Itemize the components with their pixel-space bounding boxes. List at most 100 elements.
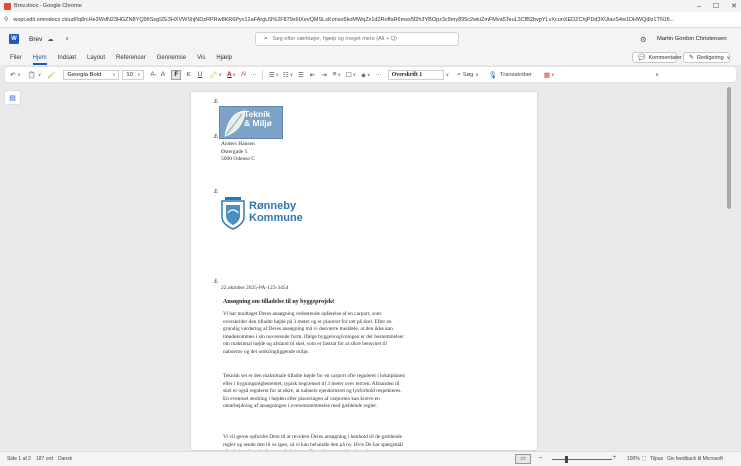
search-input[interactable] xyxy=(272,36,453,42)
numbering-dropdown-icon[interactable]: ∨ xyxy=(290,69,293,80)
comment-icon: 💬 xyxy=(638,55,646,61)
document-page[interactable]: ⚓ Teknik & Miljø ⚓ Anders Hansen Østerga… xyxy=(191,92,537,450)
tab-hjaelp[interactable]: Hjælp xyxy=(216,53,232,63)
window-controls: – ☐ ✕ xyxy=(697,0,737,12)
zoom-in-icon[interactable]: + xyxy=(613,455,617,461)
format-painter-icon[interactable]: 🖌 xyxy=(47,69,55,80)
search-icon: ⌕ xyxy=(457,70,461,78)
tab-referencer[interactable]: Referencer xyxy=(116,53,146,63)
paste-dropdown-icon[interactable]: ∨ xyxy=(38,69,41,80)
recipient-city: 5000 Odense C xyxy=(221,156,255,162)
decrease-indent-icon[interactable]: ⇤ xyxy=(310,69,315,80)
chevron-down-icon[interactable]: ∨ xyxy=(65,36,69,42)
focus-mode-icon: ▭ xyxy=(520,456,526,462)
highlight-color-icon[interactable]: 🖍 xyxy=(209,69,217,80)
numbering-icon[interactable]: ☷ xyxy=(283,69,289,80)
word-logo-icon[interactable]: W xyxy=(9,34,19,44)
more-paragraph-options-icon[interactable]: ··· xyxy=(375,69,382,80)
expand-ribbon-icon[interactable]: ∨ xyxy=(655,69,659,80)
navigation-pane-button[interactable]: ▤ xyxy=(4,90,21,105)
anchor-icon: ⚓ xyxy=(213,189,219,195)
maximize-icon[interactable]: ☐ xyxy=(713,2,719,10)
undo-icon[interactable]: ↶ xyxy=(10,69,15,80)
highlight-dropdown-icon[interactable]: ∨ xyxy=(219,69,222,80)
url-text[interactable]: wopi.edit.omnidocs.cloud/Iq8rcHe3WdN23HG… xyxy=(13,17,733,23)
paragraph-1: Vi har modtaget Deres ansøgning vedrøren… xyxy=(223,311,404,355)
multilevel-list-icon[interactable]: ☰ xyxy=(298,69,304,80)
font-name-value: Georgia Bold xyxy=(67,71,102,78)
borders-dropdown-icon[interactable]: ∨ xyxy=(353,69,356,80)
align-icon[interactable]: ≡ xyxy=(333,69,337,80)
chevron-down-icon: ∨ xyxy=(475,71,479,77)
style-dropdown-icon[interactable]: ∨ xyxy=(446,69,449,80)
style-select[interactable]: Overskrift 1 xyxy=(387,69,444,80)
editing-mode-button[interactable]: ✎ Redigering ∨ xyxy=(683,52,730,63)
page-info[interactable]: Side 1 af 2 xyxy=(7,456,31,462)
cloud-sync-icon[interactable]: ☁ xyxy=(47,36,53,43)
find-label: Søg xyxy=(462,71,474,78)
borders-icon[interactable]: ☐ xyxy=(346,69,352,80)
shrink-font-icon[interactable]: Aˇ xyxy=(161,69,167,80)
undo-dropdown-icon[interactable]: ∨ xyxy=(17,69,20,80)
date-reference: 22.oktober 2025-PA-123-3454 xyxy=(221,285,289,291)
paragraph-2: Teknisk set er den maksimale tilladte hø… xyxy=(223,373,405,410)
paste-icon[interactable]: 📋 xyxy=(28,69,36,80)
close-icon[interactable]: ✕ xyxy=(731,2,737,10)
font-color-icon[interactable]: A xyxy=(227,69,232,80)
bold-button[interactable]: F xyxy=(171,69,182,80)
font-size-value: 10 xyxy=(126,71,133,78)
zoom-slider-thumb[interactable] xyxy=(565,456,568,463)
font-name-select[interactable]: Georgia Bold ∨ xyxy=(63,69,120,80)
transcribe-button[interactable]: 🎙 Transskriber xyxy=(489,69,532,80)
site-info-icon[interactable]: ⚲ xyxy=(4,16,8,23)
chevron-down-icon: ∨ xyxy=(112,71,116,77)
find-button[interactable]: ⌕ Søg ∨ xyxy=(457,69,479,80)
user-name[interactable]: Martin Gordon Christensen xyxy=(657,36,727,42)
bullets-dropdown-icon[interactable]: ∨ xyxy=(276,69,279,80)
search-box[interactable]: ⌕ xyxy=(255,32,459,46)
logo2-line1: Rønneby xyxy=(249,200,297,212)
vertical-scrollbar[interactable] xyxy=(727,87,731,209)
shading-dropdown-icon[interactable]: ∨ xyxy=(367,69,370,80)
document-name[interactable]: Brev xyxy=(29,36,42,43)
focus-mode-button[interactable]: ▭ xyxy=(515,454,531,464)
tab-filer[interactable]: Filer xyxy=(10,53,22,63)
grow-font-icon[interactable]: A ^ xyxy=(150,69,156,80)
settings-gear-icon[interactable]: ⚙ xyxy=(640,35,647,44)
zoom-level[interactable]: 100% xyxy=(627,456,640,462)
language[interactable]: Dansk xyxy=(58,456,72,462)
navigation-pane-icon: ▤ xyxy=(9,94,16,102)
page-favicon-icon xyxy=(4,2,11,10)
comments-label: Kommentarer xyxy=(648,54,682,61)
recipient-name: Anders Hansen xyxy=(221,141,255,147)
increase-indent-icon[interactable]: ⇥ xyxy=(321,69,326,80)
more-font-options-icon[interactable]: ··· xyxy=(250,69,257,80)
tab-hjem[interactable]: Hjem xyxy=(32,53,47,65)
clear-formatting-icon[interactable]: A̸ xyxy=(241,69,245,80)
address-bar[interactable]: ⚲ wopi.edit.omnidocs.cloud/Iq8rcHe3WdN23… xyxy=(0,12,741,28)
align-dropdown-icon[interactable]: ∨ xyxy=(338,69,341,80)
font-size-select[interactable]: 10 ∨ xyxy=(122,69,145,80)
tab-gennemse[interactable]: Gennemse xyxy=(157,53,186,63)
addin-dropdown-icon[interactable]: ∨ xyxy=(551,69,554,80)
comments-button[interactable]: 💬 Kommentarer xyxy=(632,52,682,63)
addin-icon[interactable]: ▦ xyxy=(544,69,550,80)
tab-layout[interactable]: Layout xyxy=(87,53,105,63)
feedback-link[interactable]: Giv feedback til Microsoft xyxy=(667,456,723,462)
minimize-icon[interactable]: – xyxy=(697,3,701,10)
underline-button[interactable]: U xyxy=(198,69,203,80)
letter-heading: Ansøgning om tilladelse til ny byggeproj… xyxy=(223,299,335,305)
zoom-out-icon[interactable]: – xyxy=(539,455,542,461)
zoom-slider[interactable] xyxy=(552,459,612,460)
tab-indsaet[interactable]: Indsæt xyxy=(58,53,76,63)
fit-label[interactable]: Tilpas xyxy=(650,456,663,462)
tab-vis[interactable]: Vis xyxy=(197,53,205,63)
fit-icon[interactable]: ⛶ xyxy=(642,456,646,462)
bullets-icon[interactable]: ☰ xyxy=(269,69,275,80)
italic-button[interactable]: K xyxy=(186,69,190,80)
font-color-dropdown-icon[interactable]: ∨ xyxy=(233,69,236,80)
home-ribbon-toolbar: ↶ ∨ 📋 ∨ 🖌 Georgia Bold ∨ 10 ∨ A ^ Aˇ F K … xyxy=(4,66,737,83)
word-count[interactable]: 187 ord xyxy=(36,456,53,462)
shading-icon[interactable]: ◈ xyxy=(361,69,366,80)
ronneby-kommune-logo-text: Rønneby Kommune xyxy=(249,200,303,224)
